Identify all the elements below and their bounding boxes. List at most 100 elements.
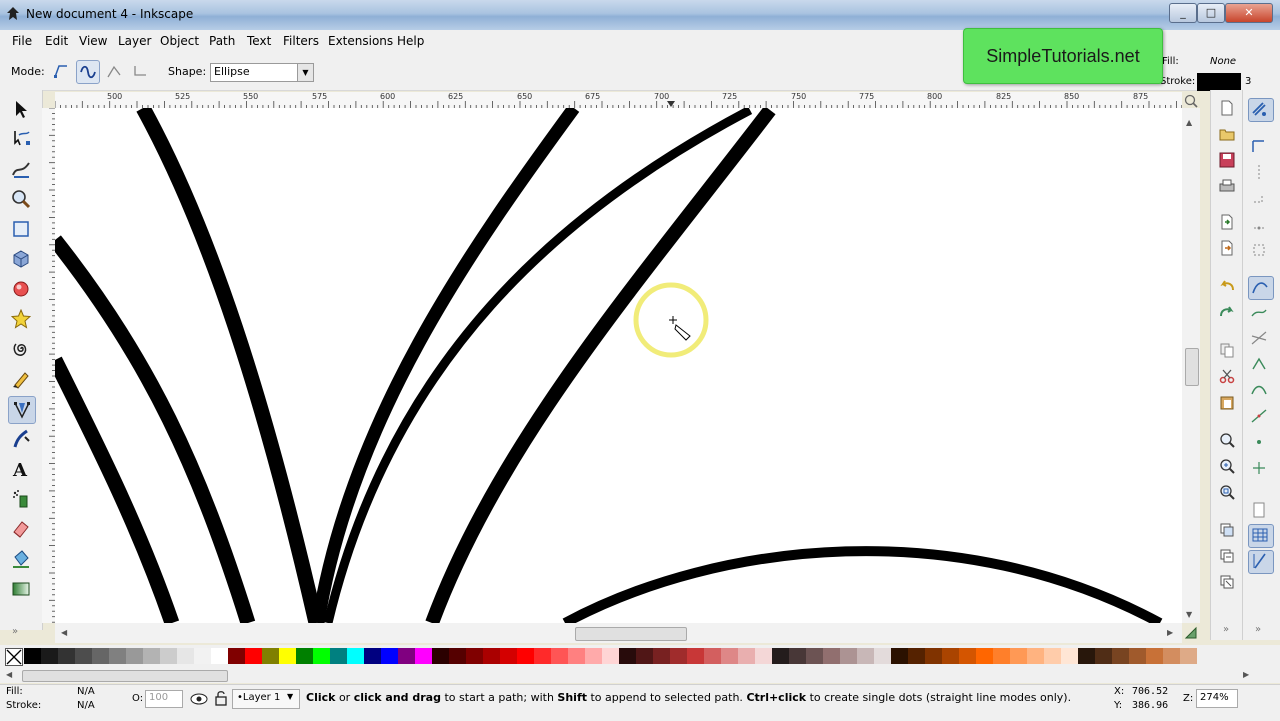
- color-swatch[interactable]: [262, 648, 279, 664]
- 3d-box-tool[interactable]: [8, 246, 34, 272]
- color-swatch[interactable]: [58, 648, 75, 664]
- color-swatch[interactable]: [24, 648, 41, 664]
- selector-tool[interactable]: [8, 96, 34, 122]
- text-tool[interactable]: A: [8, 456, 34, 482]
- current-layer-select[interactable]: •Layer 1 ▼: [232, 689, 300, 709]
- color-swatch[interactable]: [1078, 648, 1095, 664]
- snap-bbox-corner-button[interactable]: [1248, 188, 1272, 210]
- regular-bezier-mode-button[interactable]: [50, 60, 72, 82]
- redo-icon[interactable]: [1219, 304, 1235, 320]
- pencil-tool[interactable]: [8, 366, 34, 392]
- spiro-mode-button[interactable]: [76, 60, 100, 84]
- paste-icon[interactable]: [1219, 394, 1235, 410]
- tweak-tool[interactable]: [8, 156, 34, 182]
- scroll-left-icon[interactable]: ◀: [61, 628, 67, 637]
- stroke-width-value[interactable]: 3: [1245, 76, 1251, 87]
- drawing-canvas[interactable]: [55, 108, 1182, 623]
- ellipse-tool[interactable]: [8, 276, 34, 302]
- rectangle-tool[interactable]: [8, 216, 34, 242]
- toolbox-overflow-icon[interactable]: »: [12, 626, 18, 637]
- color-managed-view-icon[interactable]: [1184, 626, 1198, 643]
- minimize-button[interactable]: _: [1169, 3, 1197, 23]
- save-icon[interactable]: [1219, 152, 1235, 168]
- color-swatch[interactable]: [1112, 648, 1129, 664]
- color-swatch[interactable]: [670, 648, 687, 664]
- color-swatch[interactable]: [806, 648, 823, 664]
- menu-file[interactable]: File: [12, 34, 32, 48]
- snap-intersection-button[interactable]: [1248, 328, 1272, 350]
- snap-bbox-button[interactable]: [1248, 136, 1272, 158]
- polyline-mode-button[interactable]: [103, 60, 125, 82]
- star-tool[interactable]: [8, 306, 34, 332]
- bezier-pen-tool[interactable]: [8, 396, 36, 424]
- color-swatch[interactable]: [1129, 648, 1146, 664]
- import-icon[interactable]: [1219, 214, 1235, 230]
- new-document-icon[interactable]: [1219, 100, 1235, 116]
- stroke-color-swatch[interactable]: [1197, 73, 1241, 91]
- horizontal-ruler[interactable]: 500 525 550 575 600 625 650 675 700 725 …: [55, 92, 1182, 109]
- palette-scrollbar[interactable]: ◀ ▶: [0, 667, 1280, 683]
- color-swatch[interactable]: [1027, 648, 1044, 664]
- zoom-page-icon[interactable]: [1219, 484, 1235, 500]
- horizontal-scrollbar[interactable]: ◀ ▶: [55, 623, 1182, 643]
- spray-tool[interactable]: [8, 486, 34, 512]
- color-swatch[interactable]: [585, 648, 602, 664]
- color-swatch[interactable]: [704, 648, 721, 664]
- unlink-clone-icon[interactable]: [1219, 574, 1235, 590]
- color-swatch[interactable]: [500, 648, 517, 664]
- scroll-up-icon[interactable]: ▲: [1186, 118, 1192, 127]
- color-swatch[interactable]: [653, 648, 670, 664]
- color-swatch[interactable]: [449, 648, 466, 664]
- no-paint-swatch[interactable]: [5, 648, 23, 666]
- color-swatch[interactable]: [296, 648, 313, 664]
- gradient-tool[interactable]: [8, 576, 34, 602]
- color-swatch[interactable]: [738, 648, 755, 664]
- menu-layer[interactable]: Layer: [118, 34, 151, 48]
- snap-overflow-icon[interactable]: »: [1255, 624, 1261, 635]
- commands-overflow-icon[interactable]: »: [1223, 624, 1229, 635]
- color-swatch[interactable]: [313, 648, 330, 664]
- color-swatch[interactable]: [772, 648, 789, 664]
- vertical-scrollbar[interactable]: ▲ ▼: [1182, 108, 1200, 623]
- color-swatch[interactable]: [619, 648, 636, 664]
- color-swatch[interactable]: [517, 648, 534, 664]
- color-swatch[interactable]: [908, 648, 925, 664]
- color-swatch[interactable]: [177, 648, 194, 664]
- menu-extensions[interactable]: Extensions: [328, 34, 393, 48]
- color-swatch[interactable]: [602, 648, 619, 664]
- zoom-tool[interactable]: [8, 186, 34, 212]
- snap-guides-button[interactable]: [1248, 550, 1274, 574]
- color-swatch[interactable]: [228, 648, 245, 664]
- color-swatch[interactable]: [211, 648, 228, 664]
- snap-cusp-nodes-button[interactable]: [1248, 354, 1272, 376]
- color-swatch[interactable]: [194, 648, 211, 664]
- spiral-tool[interactable]: [8, 336, 34, 362]
- opacity-input[interactable]: 100: [145, 690, 183, 708]
- color-swatch[interactable]: [568, 648, 585, 664]
- snap-bbox-edge-button[interactable]: [1248, 162, 1272, 184]
- menu-object[interactable]: Object: [160, 34, 199, 48]
- shape-select[interactable]: Ellipse ▼: [210, 63, 314, 82]
- color-swatch[interactable]: [126, 648, 143, 664]
- zoom-drawing-icon[interactable]: [1219, 458, 1235, 474]
- layer-dropdown-arrow-icon[interactable]: ▼: [287, 692, 293, 701]
- snap-bbox-midpoint-button[interactable]: [1248, 214, 1272, 236]
- color-swatch[interactable]: [976, 648, 993, 664]
- paint-bucket-tool[interactable]: [8, 546, 34, 572]
- color-swatch[interactable]: [245, 648, 262, 664]
- color-swatch[interactable]: [160, 648, 177, 664]
- close-button[interactable]: ✕: [1225, 3, 1273, 23]
- menu-text[interactable]: Text: [247, 34, 271, 48]
- snap-page-border-button[interactable]: [1248, 500, 1272, 522]
- lock-icon[interactable]: [214, 690, 228, 706]
- menu-view[interactable]: View: [79, 34, 107, 48]
- color-swatch[interactable]: [75, 648, 92, 664]
- color-swatch[interactable]: [1061, 648, 1078, 664]
- node-tool[interactable]: [8, 126, 34, 152]
- color-swatch[interactable]: [92, 648, 109, 664]
- copy-icon[interactable]: [1219, 342, 1235, 358]
- color-swatch[interactable]: [1180, 648, 1197, 664]
- color-swatch[interactable]: [330, 648, 347, 664]
- snap-object-midpoints-button[interactable]: [1248, 432, 1272, 454]
- color-swatch[interactable]: [687, 648, 704, 664]
